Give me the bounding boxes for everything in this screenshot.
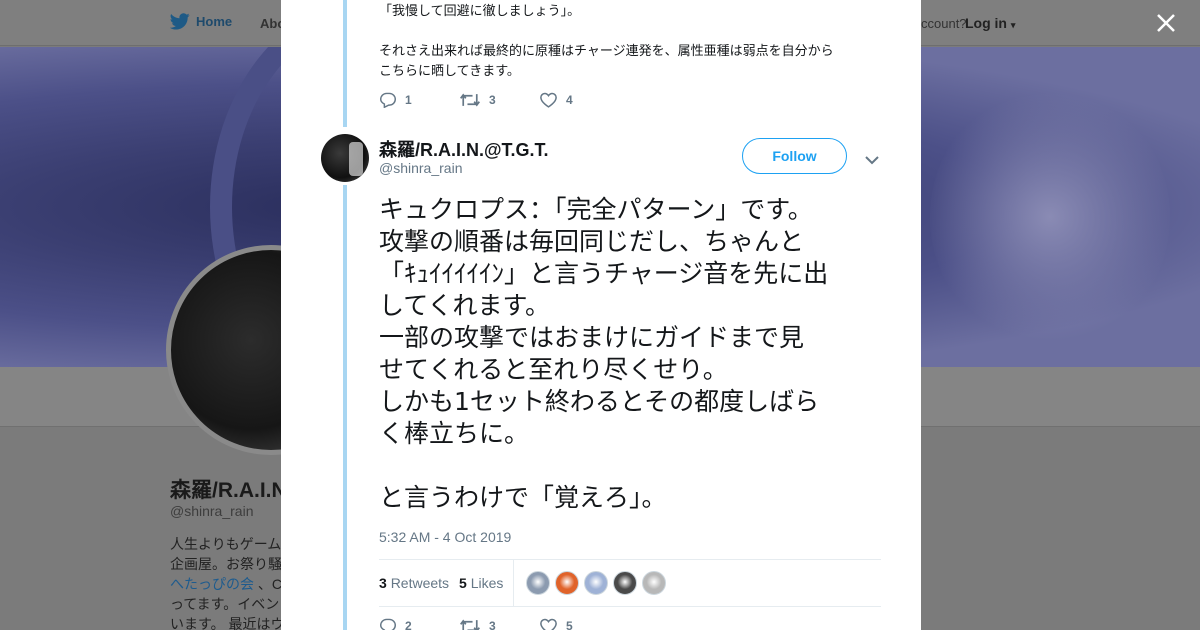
retweet-icon xyxy=(460,619,480,630)
heart-icon xyxy=(540,618,557,630)
close-modal-button[interactable] xyxy=(1155,12,1179,36)
retweet-count: 3 xyxy=(489,93,496,107)
tweet-stats: 3 Retweets 5 Likes xyxy=(379,559,881,607)
profile-handle: @shinra_rain xyxy=(170,503,254,519)
likes-stat-label: Likes xyxy=(470,575,504,591)
stats-divider xyxy=(513,559,515,607)
bio-line: ってます。イベン xyxy=(170,596,280,612)
reply-button[interactable]: 2 xyxy=(379,618,459,630)
nav-home[interactable]: Home xyxy=(170,13,232,30)
bio-line: います。 最近はウ xyxy=(170,616,282,630)
like-count: 5 xyxy=(566,619,573,630)
tweet-menu-button[interactable] xyxy=(865,150,879,169)
login-label: Log in xyxy=(965,15,1007,31)
previous-tweet-text: 「我慢して回避に徹しましょう」。 それさえ出来れば最終的に原種はチャージ連発を、… xyxy=(379,4,834,79)
banner-art-glow xyxy=(930,87,1170,347)
reply-icon xyxy=(379,618,397,630)
bio-line: 企画屋。お祭り騒 xyxy=(170,556,282,572)
liker-avatar[interactable] xyxy=(555,571,580,595)
tweet-timestamp[interactable]: 5:32 AM - 4 Oct 2019 xyxy=(379,529,511,545)
bio-line: へたっぴの会 、C xyxy=(170,576,282,592)
reply-count: 2 xyxy=(405,619,412,630)
chevron-down-icon xyxy=(865,156,879,165)
profile-bio: 人生よりもゲーム 企画屋。お祭り騒 へたっぴの会 、C ってます。イベン います… xyxy=(170,534,282,630)
liker-avatar[interactable] xyxy=(526,571,551,595)
retweet-button[interactable]: 3 xyxy=(459,618,539,630)
thread-connector-line xyxy=(343,185,347,630)
previous-tweet-actions: 1 3 4 xyxy=(379,92,619,108)
close-icon xyxy=(1157,14,1175,32)
profile-name: 森羅/R.A.I.N xyxy=(170,479,287,502)
like-button[interactable]: 4 xyxy=(539,92,619,108)
nav-home-label: Home xyxy=(196,14,233,29)
likes-stat[interactable]: 5 Likes xyxy=(459,575,503,591)
tweet-permalink-modal: 「我慢して回避に徹しましょう」。 それさえ出来れば最終的に原種はチャージ連発を、… xyxy=(281,0,921,630)
tweet-author-handle[interactable]: @shinra_rain xyxy=(379,160,462,176)
liker-avatar[interactable] xyxy=(584,571,609,595)
reply-count: 1 xyxy=(405,93,412,107)
login-link[interactable]: Log in ▾ xyxy=(965,15,1015,31)
thread-connector-line xyxy=(343,0,347,127)
retweets-stat-label: Retweets xyxy=(390,575,450,591)
liker-avatar[interactable] xyxy=(642,571,667,595)
retweets-stat-count: 3 xyxy=(379,575,387,591)
tweet-author-avatar[interactable] xyxy=(321,134,369,182)
reply-icon xyxy=(379,92,397,108)
retweets-stat[interactable]: 3 Retweets xyxy=(379,575,449,591)
like-count: 4 xyxy=(566,93,573,107)
reply-button[interactable]: 1 xyxy=(379,92,459,108)
bio-link[interactable]: へたっぴの会 xyxy=(170,576,254,592)
likes-stat-count: 5 xyxy=(459,575,467,591)
tweet-actions: 2 3 5 xyxy=(379,618,619,630)
liker-avatars xyxy=(526,571,667,595)
retweet-count: 3 xyxy=(489,619,496,630)
login-caret-icon: ▾ xyxy=(1010,20,1016,30)
heart-icon xyxy=(540,92,557,108)
twitter-bird-icon xyxy=(170,13,190,30)
follow-button[interactable]: Follow xyxy=(742,138,847,174)
retweet-button[interactable]: 3 xyxy=(459,92,539,108)
tweet-text: キュクロプス：「完全パターン」です。 攻撃の順番は毎回同じだし、ちゃんと 「ｷｭ… xyxy=(379,195,829,512)
tweet-author-name[interactable]: 森羅/R.A.I.N.@T.G.T. xyxy=(379,136,549,162)
retweet-icon xyxy=(460,93,480,107)
bio-line: 人生よりもゲーム xyxy=(170,536,282,552)
nav-account-prompt: ccount? xyxy=(921,16,967,31)
liker-avatar[interactable] xyxy=(613,571,638,595)
like-button[interactable]: 5 xyxy=(539,618,619,630)
